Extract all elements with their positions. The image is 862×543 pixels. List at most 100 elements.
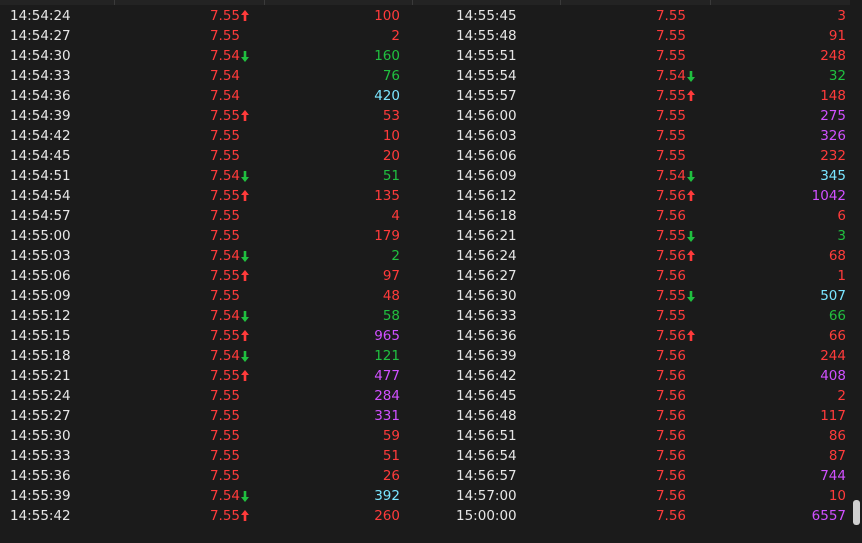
trade-row[interactable]: 14:55:45 7.55 3 xyxy=(446,6,846,26)
trade-row[interactable]: 14:55:30 7.55 59 xyxy=(0,426,400,446)
trade-row[interactable]: 14:55:36 7.55 26 xyxy=(0,466,400,486)
trade-row[interactable]: 14:55:24 7.55 284 xyxy=(0,386,400,406)
arrow-up-icon xyxy=(687,90,695,101)
trade-row[interactable]: 14:56:30 7.55 507 xyxy=(446,286,846,306)
trade-volume: 66 xyxy=(828,308,846,324)
trade-volume: 58 xyxy=(382,308,400,324)
trade-row[interactable]: 14:54:39 7.55 53 xyxy=(0,106,400,126)
trade-time: 14:55:12 xyxy=(10,308,71,324)
trade-volume: 260 xyxy=(374,508,400,524)
trade-row[interactable]: 14:55:27 7.55 331 xyxy=(0,406,400,426)
trade-row[interactable]: 14:56:48 7.56 117 xyxy=(446,406,846,426)
trade-time: 14:54:36 xyxy=(10,88,71,104)
trade-row[interactable]: 14:54:57 7.55 4 xyxy=(0,206,400,226)
trade-row[interactable]: 14:56:18 7.56 6 xyxy=(446,206,846,226)
trade-volume: 2 xyxy=(391,28,400,44)
trade-price: 7.55 xyxy=(655,28,686,44)
trade-row[interactable]: 14:56:21 7.55 3 xyxy=(446,226,846,246)
trade-time: 14:55:33 xyxy=(10,448,71,464)
trade-row[interactable]: 14:55:03 7.54 2 xyxy=(0,246,400,266)
trade-row[interactable]: 14:56:39 7.56 244 xyxy=(446,346,846,366)
trade-price: 7.55 xyxy=(655,148,686,164)
trade-time: 14:56:36 xyxy=(456,328,517,344)
trade-price: 7.55 xyxy=(655,108,686,124)
trade-row[interactable]: 14:55:09 7.55 48 xyxy=(0,286,400,306)
trade-price: 7.56 xyxy=(655,328,686,344)
trade-row[interactable]: 14:54:30 7.54 160 xyxy=(0,46,400,66)
trade-time: 14:55:48 xyxy=(456,28,517,44)
trade-row[interactable]: 14:55:42 7.55 260 xyxy=(0,506,400,526)
trade-row[interactable]: 14:56:09 7.54 345 xyxy=(446,166,846,186)
scrollbar-track[interactable] xyxy=(850,0,862,543)
trade-row[interactable]: 14:56:36 7.56 66 xyxy=(446,326,846,346)
trade-row[interactable]: 14:55:33 7.55 51 xyxy=(0,446,400,466)
trade-time: 14:56:24 xyxy=(456,248,517,264)
trade-volume: 3 xyxy=(837,228,846,244)
trade-row[interactable]: 14:56:54 7.56 87 xyxy=(446,446,846,466)
trade-row[interactable]: 14:54:45 7.55 20 xyxy=(0,146,400,166)
trade-time: 14:56:03 xyxy=(456,128,517,144)
trade-time: 14:56:06 xyxy=(456,148,517,164)
trade-time: 14:55:06 xyxy=(10,268,71,284)
trade-row[interactable]: 15:00:00 7.56 6557 xyxy=(446,506,846,526)
trade-time: 14:56:12 xyxy=(456,188,517,204)
trade-row[interactable]: 14:56:03 7.55 326 xyxy=(446,126,846,146)
trade-price: 7.55 xyxy=(209,428,240,444)
trade-volume: 408 xyxy=(820,368,846,384)
trade-row[interactable]: 14:55:51 7.55 248 xyxy=(446,46,846,66)
arrow-down-icon xyxy=(687,71,695,82)
trade-row[interactable]: 14:54:33 7.54 76 xyxy=(0,66,400,86)
trade-time: 14:55:24 xyxy=(10,388,71,404)
trade-price: 7.55 xyxy=(209,388,240,404)
trade-row[interactable]: 14:54:36 7.54 420 xyxy=(0,86,400,106)
trade-row[interactable]: 14:56:57 7.56 744 xyxy=(446,466,846,486)
trade-row[interactable]: 14:55:21 7.55 477 xyxy=(0,366,400,386)
trade-row[interactable]: 14:55:39 7.54 392 xyxy=(0,486,400,506)
trade-row[interactable]: 14:55:57 7.55 148 xyxy=(446,86,846,106)
trade-row[interactable]: 14:55:15 7.55 965 xyxy=(0,326,400,346)
trade-time: 14:54:42 xyxy=(10,128,71,144)
trade-time: 14:55:18 xyxy=(10,348,71,364)
trade-time: 14:56:57 xyxy=(456,468,517,484)
tick-detail-window: 14:54:24 7.55 100 14:54:27 7.55 2 14:54:30 7.54… xyxy=(0,0,862,543)
trade-row[interactable]: 14:55:48 7.55 91 xyxy=(446,26,846,46)
trade-price: 7.56 xyxy=(655,408,686,424)
trade-time: 14:56:00 xyxy=(456,108,517,124)
trade-row[interactable]: 14:55:12 7.54 58 xyxy=(0,306,400,326)
trade-time: 14:54:39 xyxy=(10,108,71,124)
trade-volume: 6 xyxy=(837,208,846,224)
trade-row[interactable]: 14:56:12 7.56 1042 xyxy=(446,186,846,206)
trade-row[interactable]: 14:56:33 7.55 66 xyxy=(446,306,846,326)
trade-row[interactable]: 14:55:06 7.55 97 xyxy=(0,266,400,286)
trade-row[interactable]: 14:55:00 7.55 179 xyxy=(0,226,400,246)
trade-row[interactable]: 14:54:54 7.55 135 xyxy=(0,186,400,206)
trade-row[interactable]: 14:57:00 7.56 10 xyxy=(446,486,846,506)
trade-price: 7.55 xyxy=(209,328,240,344)
trade-volume: 326 xyxy=(820,128,846,144)
trade-row[interactable]: 14:56:42 7.56 408 xyxy=(446,366,846,386)
scrollbar-thumb[interactable] xyxy=(853,500,860,525)
trade-volume: 1042 xyxy=(811,188,846,204)
trade-volume: 20 xyxy=(382,148,400,164)
trade-price: 7.56 xyxy=(655,368,686,384)
trade-row[interactable]: 14:56:24 7.56 68 xyxy=(446,246,846,266)
trade-row[interactable]: 14:56:27 7.56 1 xyxy=(446,266,846,286)
trade-time: 14:55:45 xyxy=(456,8,517,24)
trade-row[interactable]: 14:56:51 7.56 86 xyxy=(446,426,846,446)
trade-row[interactable]: 14:54:42 7.55 10 xyxy=(0,126,400,146)
trade-price: 7.56 xyxy=(655,428,686,444)
arrow-down-icon xyxy=(687,291,695,302)
trade-row[interactable]: 14:56:06 7.55 232 xyxy=(446,146,846,166)
trade-time: 14:56:54 xyxy=(456,448,517,464)
trade-volume: 121 xyxy=(374,348,400,364)
trade-row[interactable]: 14:54:51 7.54 51 xyxy=(0,166,400,186)
trade-row[interactable]: 14:55:18 7.54 121 xyxy=(0,346,400,366)
trade-row[interactable]: 14:54:27 7.55 2 xyxy=(0,26,400,46)
trade-time: 14:55:39 xyxy=(10,488,71,504)
trade-row[interactable]: 14:56:00 7.55 275 xyxy=(446,106,846,126)
trade-row[interactable]: 14:56:45 7.56 2 xyxy=(446,386,846,406)
trade-row[interactable]: 14:55:54 7.54 32 xyxy=(446,66,846,86)
trade-volume: 507 xyxy=(820,288,846,304)
trade-price: 7.54 xyxy=(655,168,686,184)
trade-row[interactable]: 14:54:24 7.55 100 xyxy=(0,6,400,26)
